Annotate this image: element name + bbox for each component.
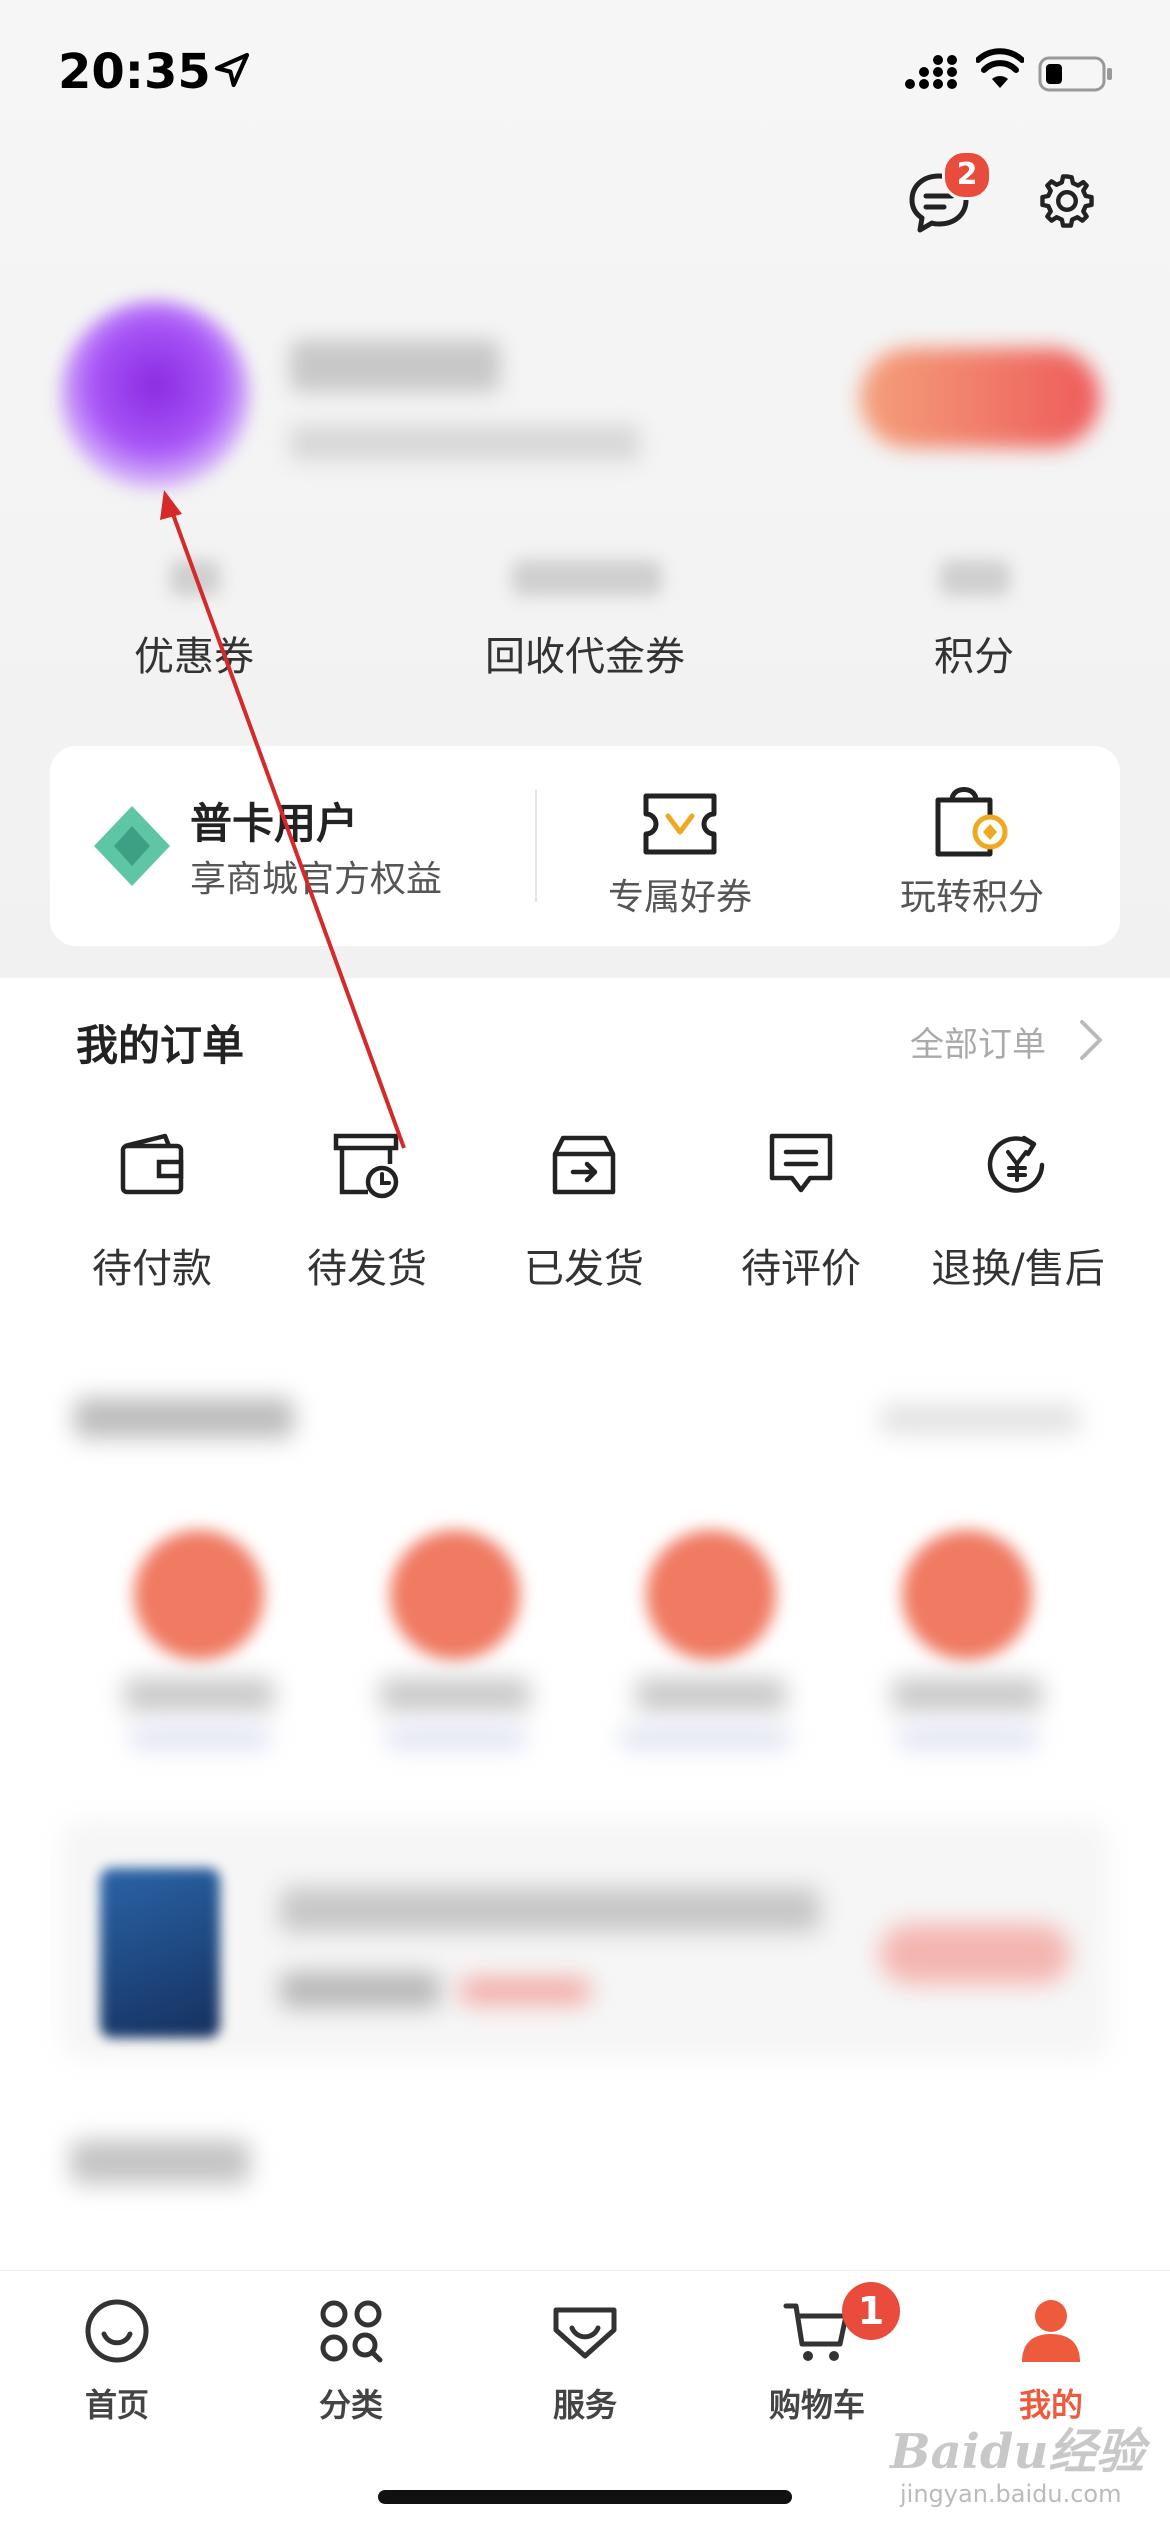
blurred-service-icon-1[interactable] <box>134 1530 264 1660</box>
member-level-subtitle: 享商城官方权益 <box>190 859 443 900</box>
home-indicator[interactable] <box>378 2490 792 2504</box>
blurred-points-count <box>940 560 1010 596</box>
play-points[interactable]: 玩转积分 <box>872 868 1072 920</box>
blurred-product-title <box>280 1888 820 1932</box>
all-orders-link[interactable]: 全部订单 <box>910 1017 1046 1066</box>
blurred-service-sub-1 <box>130 1728 270 1748</box>
orders-title: 我的订单 <box>76 1021 245 1070</box>
diamond-icon <box>94 806 170 886</box>
order-refund-aftersale[interactable]: 退换/售后 <box>908 1236 1128 1294</box>
blurred-section-link <box>880 1404 1080 1434</box>
order-pending-shipment[interactable]: 待发货 <box>267 1236 467 1294</box>
gear-icon[interactable] <box>1036 170 1098 232</box>
tab-category[interactable]: 分类 <box>286 2380 416 2426</box>
order-pending-review[interactable]: 待评价 <box>701 1236 901 1294</box>
pending-shipment-icon <box>333 1133 399 1199</box>
blurred-service-sub-2 <box>386 1728 526 1748</box>
blurred-service-icon-3[interactable] <box>646 1530 776 1660</box>
blurred-product-button[interactable] <box>880 1924 1070 1984</box>
grid-icon <box>320 2300 383 2363</box>
blurred-service-label-1 <box>124 1678 274 1712</box>
blurred-section-title <box>74 1398 294 1438</box>
exclusive-coupons[interactable]: 专属好券 <box>580 868 780 920</box>
wallet-icon <box>120 1133 184 1195</box>
chevron-right-icon[interactable] <box>1076 1018 1106 1062</box>
battery-icon <box>1038 56 1112 92</box>
blurred-voucher-count <box>512 560 662 596</box>
order-shipped[interactable]: 已发货 <box>484 1236 684 1294</box>
message-badge: 2 <box>942 150 992 200</box>
status-time: 20:35 <box>58 44 211 100</box>
blurred-member-button[interactable] <box>860 348 1100 448</box>
order-pending-payment[interactable]: 待付款 <box>52 1236 252 1294</box>
blurred-username <box>290 340 500 392</box>
location-arrow-icon <box>214 52 250 88</box>
review-icon <box>769 1133 833 1193</box>
blurred-service-icon-4[interactable] <box>902 1530 1032 1660</box>
points-bag-icon <box>935 787 1008 857</box>
member-level-title[interactable]: 普卡用户 <box>190 790 358 851</box>
blurred-coupon-count <box>170 560 220 596</box>
stat-coupons[interactable]: 优惠券 <box>94 624 294 682</box>
refund-icon <box>987 1135 1045 1193</box>
ticket-icon <box>643 793 717 855</box>
blurred-service-label-2 <box>380 1678 530 1712</box>
blurred-service-sub-3 <box>620 1728 790 1748</box>
user-icon <box>1022 2300 1080 2362</box>
blurred-service-label-4 <box>892 1678 1042 1712</box>
blurred-product-price <box>280 1972 440 2008</box>
watermark-url: jingyan.baidu.com <box>900 2480 1122 2508</box>
blurred-service-sub-4 <box>898 1728 1038 1748</box>
wifi-icon <box>976 48 1024 88</box>
blurred-product-image <box>100 1868 220 2038</box>
tab-cart[interactable]: 购物车 <box>752 2380 882 2426</box>
service-icon <box>553 2307 617 2359</box>
cellular-signal-icon <box>905 55 957 89</box>
blurred-service-icon-2[interactable] <box>390 1530 520 1660</box>
shipped-box-icon <box>552 1135 616 1195</box>
tab-home[interactable]: 首页 <box>52 2380 182 2426</box>
smile-icon <box>85 2299 149 2363</box>
card-divider <box>535 790 537 902</box>
cart-badge: 1 <box>842 2282 900 2340</box>
blurred-product-tag <box>460 1978 590 2004</box>
blurred-section-title-2 <box>70 2140 250 2184</box>
stat-points[interactable]: 积分 <box>874 624 1074 682</box>
tab-service[interactable]: 服务 <box>520 2380 650 2426</box>
stat-recycle-vouchers[interactable]: 回收代金券 <box>460 624 710 682</box>
blurred-service-label-3 <box>636 1678 786 1712</box>
avatar[interactable] <box>60 300 250 490</box>
watermark-text: Baidu经验 <box>890 2424 1145 2480</box>
blurred-user-subtitle <box>290 425 640 461</box>
